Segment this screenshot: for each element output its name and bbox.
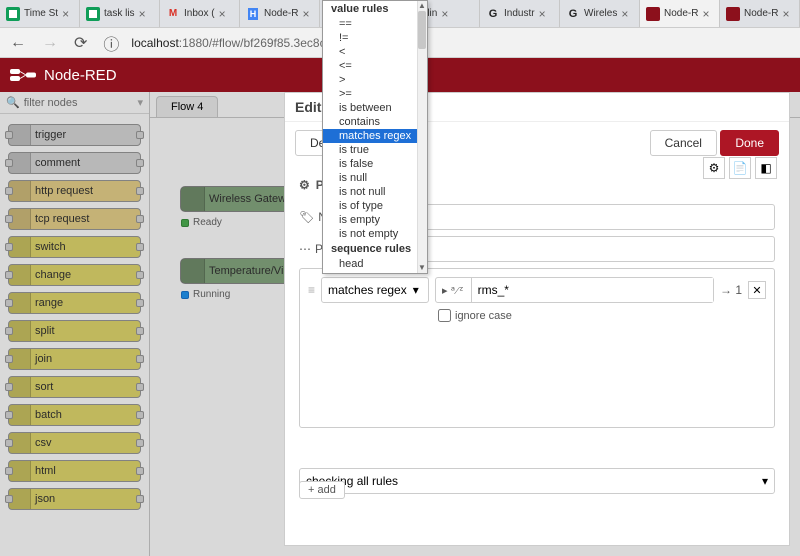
- ignore-case-checkbox[interactable]: ignore case: [438, 309, 766, 322]
- dropdown-item[interactable]: ==: [323, 17, 427, 31]
- tab-favicon: H: [246, 7, 260, 21]
- dropdown-item[interactable]: is not null: [323, 185, 427, 199]
- dropdown-group-header: value rules: [323, 1, 427, 17]
- rule-type-select[interactable]: matches regex▾: [321, 277, 429, 303]
- dropdown-item[interactable]: is true: [323, 143, 427, 157]
- doc-icon-button[interactable]: 📄: [729, 157, 751, 179]
- reload-button[interactable]: ⟳: [70, 33, 91, 53]
- dropdown-item[interactable]: is empty: [323, 213, 427, 227]
- address-bar[interactable]: localhost:1880/#flow/bf269f85.3ec8c: [131, 36, 325, 50]
- close-icon[interactable]: ×: [702, 7, 709, 21]
- rule-pattern-input[interactable]: [472, 278, 713, 302]
- tag-icon: 🏷: [299, 210, 314, 224]
- dropdown-item[interactable]: is null: [323, 171, 427, 185]
- done-button[interactable]: Done: [720, 130, 779, 156]
- chevron-down-icon[interactable]: ▸: [442, 284, 448, 297]
- tab-favicon: G: [566, 7, 580, 21]
- browser-tab[interactable]: M Inbox ( ×: [160, 0, 240, 27]
- header-title: Node-RED: [44, 67, 117, 84]
- close-icon[interactable]: ×: [62, 7, 69, 21]
- tab-favicon: [6, 7, 20, 21]
- dropdown-item[interactable]: is not empty: [323, 227, 427, 241]
- drag-handle-icon[interactable]: ≡: [308, 283, 315, 297]
- tab-favicon: [726, 7, 740, 21]
- delete-rule-button[interactable]: ✕: [748, 281, 766, 299]
- forward-button[interactable]: →: [38, 34, 62, 52]
- browser-tab[interactable]: G Wireles ×: [560, 0, 640, 27]
- add-rule-button[interactable]: + add: [299, 481, 345, 499]
- tab-title: Node-R: [664, 8, 698, 19]
- rule-value-input[interactable]: ▸ᵃ⁄ᶻ: [435, 277, 714, 303]
- dropdown-item[interactable]: !=: [323, 31, 427, 45]
- close-icon[interactable]: ×: [441, 7, 448, 21]
- browser-tab[interactable]: Time St ×: [0, 0, 80, 27]
- tab-favicon: [646, 7, 660, 21]
- dropdown-item[interactable]: is between: [323, 101, 427, 115]
- scrollbar-thumb[interactable]: [418, 11, 426, 49]
- tab-favicon: G: [486, 7, 500, 21]
- tab-title: Industr: [504, 8, 535, 19]
- tab-title: Node-R: [744, 8, 778, 19]
- dropdown-item[interactable]: is of type: [323, 199, 427, 213]
- tab-title: Time St: [24, 8, 58, 19]
- tab-favicon: M: [166, 7, 180, 21]
- close-icon[interactable]: ×: [139, 7, 146, 21]
- gear-icon: ⚙: [299, 178, 310, 192]
- layout-icon-button[interactable]: ◧: [755, 157, 777, 179]
- dropdown-item[interactable]: <: [323, 45, 427, 59]
- rules-container: ≡ matches regex▾ ▸ᵃ⁄ᶻ → 1 ✕ ignore case: [299, 268, 775, 428]
- tab-title: Node-R: [264, 8, 298, 19]
- dropdown-item[interactable]: >: [323, 73, 427, 87]
- close-icon[interactable]: ×: [219, 7, 226, 21]
- close-icon[interactable]: ×: [302, 7, 309, 21]
- tab-title: task lis: [104, 8, 135, 19]
- nodered-logo: [10, 67, 36, 83]
- browser-tab[interactable]: H Node-R ×: [240, 0, 320, 27]
- chevron-down-icon: ▾: [413, 283, 419, 297]
- browser-tab[interactable]: Node-R ×: [640, 0, 720, 27]
- tab-favicon: [86, 7, 100, 21]
- dropdown-item[interactable]: matches regex: [323, 129, 427, 143]
- browser-tab[interactable]: task lis ×: [80, 0, 160, 27]
- scroll-down-icon[interactable]: ▼: [417, 263, 427, 273]
- dropdown-item[interactable]: <=: [323, 59, 427, 73]
- rule-row: ≡ matches regex▾ ▸ᵃ⁄ᶻ → 1 ✕: [308, 277, 766, 303]
- dropdown-item[interactable]: is false: [323, 157, 427, 171]
- info-icon[interactable]: ⓘ: [99, 31, 123, 55]
- browser-tab[interactable]: G Industr ×: [480, 0, 560, 27]
- scroll-up-icon[interactable]: ▲: [417, 1, 427, 11]
- check-mode-select[interactable]: checking all rules ▾: [299, 468, 775, 494]
- close-icon[interactable]: ×: [621, 7, 628, 21]
- scrollbar-track[interactable]: ▲ ▼: [417, 1, 427, 273]
- rule-output-index: → 1: [720, 283, 742, 297]
- dropdown-item[interactable]: >=: [323, 87, 427, 101]
- chevron-down-icon: ▾: [762, 474, 768, 488]
- rule-type-dropdown[interactable]: ▲ ▼ value rules==!=<<=>>=is betweenconta…: [322, 0, 428, 274]
- close-icon[interactable]: ×: [539, 7, 546, 21]
- close-icon[interactable]: ×: [782, 7, 789, 21]
- cancel-button[interactable]: Cancel: [650, 130, 717, 156]
- tab-title: Inbox (: [184, 8, 215, 19]
- dropdown-item[interactable]: contains: [323, 115, 427, 129]
- browser-tab[interactable]: Node-R ×: [720, 0, 800, 27]
- settings-icon-button[interactable]: ⚙: [703, 157, 725, 179]
- back-button[interactable]: ←: [6, 34, 30, 52]
- tab-title: Wireles: [584, 8, 617, 19]
- dropdown-item[interactable]: head: [323, 257, 427, 271]
- dropdown-item[interactable]: index between: [323, 271, 427, 274]
- dropdown-group-header: sequence rules: [323, 241, 427, 257]
- ignore-case-input[interactable]: [438, 309, 451, 322]
